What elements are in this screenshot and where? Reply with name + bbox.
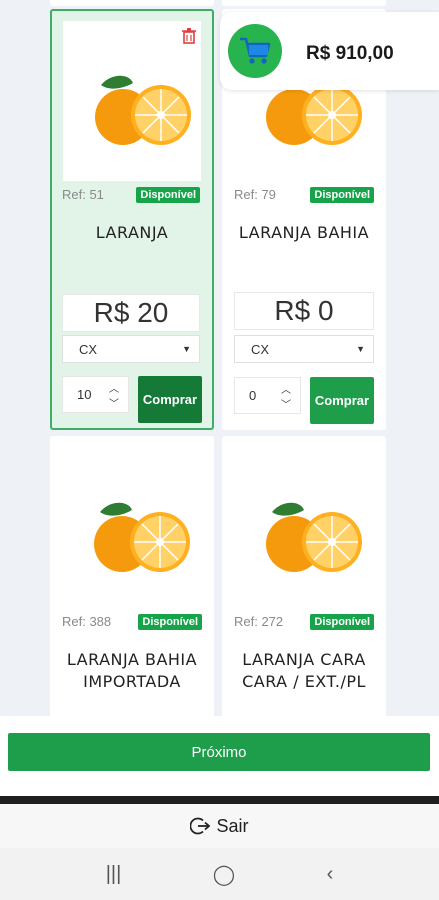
price-display: R$ 20 bbox=[62, 294, 200, 332]
cart-button[interactable] bbox=[228, 24, 282, 78]
exit-button[interactable]: Sair bbox=[0, 804, 439, 848]
unit-select[interactable]: CX ▼ bbox=[62, 335, 200, 363]
product-card[interactable]: Ref: 272 Disponível LARANJA CARA CARA / … bbox=[222, 436, 386, 716]
orange-image bbox=[95, 75, 191, 145]
trash-icon[interactable] bbox=[182, 28, 196, 44]
product-ref: Ref: 272 bbox=[234, 614, 284, 629]
unit-select[interactable]: CX ▼ bbox=[234, 335, 374, 363]
product-name: LARANJA BAHIA IMPORTADA bbox=[66, 650, 198, 691]
card-top-strip bbox=[222, 0, 386, 6]
price-display: R$ 0 bbox=[234, 292, 374, 330]
quantity-value: 0 bbox=[249, 388, 257, 403]
exit-icon bbox=[190, 817, 211, 835]
product-name: LARANJA BAHIA bbox=[238, 223, 370, 242]
increment-icon[interactable]: ︿ bbox=[109, 380, 119, 395]
buy-button[interactable]: Comprar bbox=[310, 377, 374, 424]
exit-label: Sair bbox=[216, 815, 249, 836]
product-name: LARANJA CARA CARA / EXT./PL bbox=[242, 650, 366, 691]
unit-select-value: CX bbox=[79, 341, 98, 357]
status-badge: Disponível bbox=[136, 187, 200, 203]
product-ref: Ref: 79 bbox=[234, 187, 276, 202]
product-image bbox=[234, 448, 374, 608]
product-card[interactable]: Ref: 51 Disponível LARANJA R$ 20 CX ▼ 10… bbox=[50, 9, 214, 430]
product-grid: Ref: 51 Disponível LARANJA R$ 20 CX ▼ 10… bbox=[50, 0, 388, 716]
system-nav-bar: ||| ◯ ‹ bbox=[0, 848, 439, 900]
dropdown-arrow-icon: ▼ bbox=[182, 344, 191, 354]
status-badge: Disponível bbox=[138, 614, 202, 630]
decrement-icon[interactable]: ﹀ bbox=[109, 395, 119, 410]
buy-button[interactable]: Comprar bbox=[138, 376, 202, 423]
next-button[interactable]: Próximo bbox=[8, 733, 430, 771]
unit-select-value: CX bbox=[251, 341, 270, 357]
exit-bar-divider bbox=[0, 796, 439, 804]
product-image bbox=[62, 448, 202, 608]
product-ref: Ref: 51 bbox=[62, 187, 104, 202]
cart-total: R$ 910,00 bbox=[306, 43, 394, 64]
product-card[interactable]: Ref: 388 Disponível LARANJA BAHIA IMPORT… bbox=[50, 436, 214, 716]
back-icon[interactable]: ‹ bbox=[327, 863, 334, 886]
quantity-stepper[interactable]: 10 ︿ ﹀ bbox=[62, 376, 129, 413]
shopping-cart-icon bbox=[240, 37, 271, 64]
product-image bbox=[63, 21, 201, 181]
quantity-stepper[interactable]: 0 ︿ ﹀ bbox=[234, 377, 301, 414]
quantity-value: 10 bbox=[77, 387, 92, 402]
card-top-strip bbox=[50, 0, 214, 6]
cart-summary[interactable]: R$ 910,00 bbox=[220, 12, 439, 90]
orange-image bbox=[266, 502, 362, 572]
orange-image bbox=[94, 502, 190, 572]
exit-bar: Sair bbox=[0, 796, 439, 848]
recent-apps-icon[interactable]: ||| bbox=[106, 863, 122, 886]
status-badge: Disponível bbox=[310, 614, 374, 630]
dropdown-arrow-icon: ▼ bbox=[356, 344, 365, 354]
product-ref: Ref: 388 bbox=[62, 614, 112, 629]
decrement-icon[interactable]: ﹀ bbox=[281, 396, 291, 411]
home-icon[interactable]: ◯ bbox=[213, 862, 235, 887]
status-badge: Disponível bbox=[310, 187, 374, 203]
increment-icon[interactable]: ︿ bbox=[281, 381, 291, 396]
product-name: LARANJA bbox=[95, 223, 169, 242]
